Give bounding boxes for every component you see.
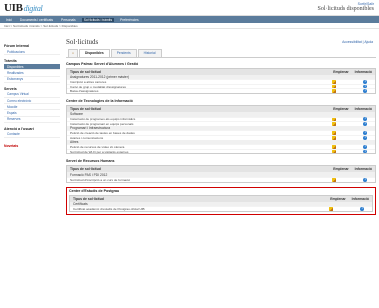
section-title: Centre d'Estudis de Postgrau (69, 188, 120, 193)
col-info: Informació (354, 106, 372, 111)
main-title: Sol·licituds (66, 38, 99, 46)
tab-historial[interactable]: Historial (137, 49, 162, 57)
nav-tab-sollicituds[interactable]: Sol·licituds i tràmits (81, 17, 115, 22)
col-fill: Emplenar (333, 167, 349, 172)
request-name[interactable]: Petició de recursos de vídeo i/o càmera (70, 145, 124, 149)
nav-tab-preferencies[interactable]: Preferències (118, 18, 141, 22)
pencil-icon[interactable] (332, 80, 336, 84)
top-bar: UIBdigital Sortir/Salir Sol·licituds dis… (0, 0, 379, 16)
pencil-icon[interactable] (329, 207, 333, 211)
col-info: Informació (351, 196, 369, 201)
requests-panel: Campus Palma: Servei d'Alumnes i Gestió … (66, 56, 376, 215)
info-icon[interactable]: i (363, 88, 367, 94)
tab-pendents[interactable]: Pendents (110, 49, 137, 57)
sidebar-heading: Atenció a l'usuari (4, 126, 34, 131)
request-name[interactable]: Petició de creació de taules en bases de… (70, 131, 135, 135)
pencil-icon[interactable] (332, 131, 336, 135)
col-request: Tipus de sol·licitud (70, 106, 101, 111)
pencil-icon[interactable] (332, 177, 336, 182)
main-nav: Inici Documents i certificats Personals … (0, 16, 379, 23)
request-name[interactable]: Instal·lació de programes als equips inf… (70, 117, 135, 121)
request-name[interactable]: Sol·licitud d'inscripció a un curs de fo… (70, 178, 130, 182)
help-links[interactable]: Accessibilitat | Ajuda (342, 40, 373, 44)
col-request: Tipus de sol·licitud (73, 196, 104, 201)
section-alumnes: Campus Palma: Servei d'Alumnes i Gestió … (66, 62, 376, 94)
requests-table: Tipus de sol·licitud Emplenar Informació … (69, 194, 373, 212)
table-row: Certificat acadèmic d'estudis de Postgra… (70, 206, 372, 211)
section-title: Servei de Recursos Humans (66, 159, 115, 164)
logo-sub: digital (23, 4, 43, 13)
info-icon[interactable]: i (363, 121, 367, 126)
sidebar-item-reserves[interactable]: Reserves (4, 117, 60, 123)
col-info: Informació (354, 167, 372, 172)
request-name[interactable]: Sol·licitud de Wi-Fi per a visitants ext… (70, 150, 128, 154)
request-tabs: ⌂ Disponibles Pendents Historial (68, 49, 376, 57)
requests-table: Tipus de sol·licitud Emplenar Informació … (66, 67, 376, 94)
col-request: Tipus de sol·licitud (70, 69, 101, 74)
breadcrumb: Inici > Sol·licituds i tràmits > Sol·lic… (0, 23, 379, 29)
section-postgrau-highlighted: Centre d'Estudis de Postgrau Tipus de so… (66, 186, 376, 215)
request-name[interactable]: Certificat acadèmic d'estudis de Postgra… (73, 207, 145, 211)
col-fill: Emplenar (333, 106, 349, 111)
pencil-icon[interactable] (332, 149, 336, 154)
tab-disponibles[interactable]: Disponibles (79, 49, 110, 57)
nav-tab-personals[interactable]: Personals (59, 18, 78, 22)
section-title: Campus Palma: Servei d'Alumnes i Gestió (66, 61, 139, 66)
sidebar-item-contacte[interactable]: Contacte (4, 132, 60, 138)
info-icon[interactable]: i (360, 206, 364, 211)
table-row: Sol·licitud de Wi-Fi per a visitants ext… (67, 148, 375, 154)
sidebar-heading: Serveis (4, 86, 17, 91)
sidebar-heading: Tràmits (4, 59, 17, 64)
col-fill: Emplenar (330, 196, 346, 201)
request-name[interactable]: Inscripció a altres carreres (70, 80, 106, 84)
sidebar-item-esborranys[interactable]: Esborranys (4, 77, 60, 83)
col-fill: Emplenar (333, 69, 349, 74)
pencil-icon[interactable] (332, 122, 336, 126)
section-title: Centre de Tecnologies de la Informació (66, 98, 133, 103)
logo[interactable]: UIBdigital (4, 2, 43, 14)
header-right: Sortir/Salir Sol·licituds disponibles (317, 2, 374, 12)
pencil-icon[interactable] (332, 135, 336, 140)
nav-tab-documents[interactable]: Documents i certificats (18, 18, 55, 22)
request-name[interactable]: Canvi de grup o modalitat d'assignatures (70, 85, 126, 89)
table-row: Sol·licitud d'inscripció a un curs de fo… (67, 176, 375, 182)
info-icon[interactable]: i (363, 149, 367, 154)
section-rrhh: Servei de Recursos Humans Tipus de sol·l… (66, 159, 376, 183)
page-title: Sol·licituds disponibles (317, 6, 374, 12)
novetats-label[interactable]: Novetats (4, 144, 60, 148)
pencil-icon[interactable] (332, 145, 336, 149)
request-name[interactable]: Baixa d'assignatures (70, 89, 98, 93)
pencil-icon[interactable] (332, 89, 336, 93)
requests-table: Tipus de sol·licitud Emplenar Informació … (66, 104, 376, 155)
logo-main: UIB (4, 2, 23, 14)
requests-table: Tipus de sol·licitud Emplenar Informació … (66, 165, 376, 183)
info-icon[interactable]: i (363, 177, 367, 182)
home-icon[interactable]: ⌂ (68, 49, 78, 57)
info-icon[interactable]: i (363, 135, 367, 140)
pencil-icon[interactable] (332, 117, 336, 122)
col-request: Tipus de sol·licitud (70, 167, 101, 172)
main-content: Sol·licituds Accessibilitat | Ajuda ⌂ Di… (66, 38, 376, 215)
nav-tab-inici[interactable]: Inici (4, 18, 14, 22)
pencil-icon[interactable] (332, 84, 336, 89)
sidebar-item-publicacions[interactable]: Publicacions (4, 49, 60, 56)
col-info: Informació (354, 69, 372, 74)
sidebar-heading: Fòrum Internal (4, 44, 30, 48)
sidebar: Fòrum Internal Publicacions Tràmits Disp… (4, 42, 60, 148)
table-row: Baixa d'assignatures i (67, 88, 375, 93)
section-cti: Centre de Tecnologies de la Informació T… (66, 98, 376, 155)
